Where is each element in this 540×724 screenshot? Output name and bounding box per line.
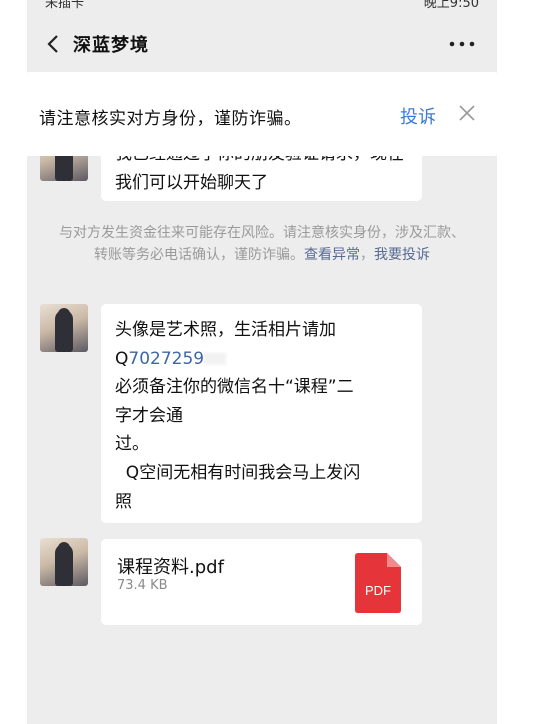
chat-header: 深蓝梦境 [27, 18, 497, 70]
carrier-label: 未插卡 [45, 0, 85, 11]
report-link-inline[interactable]: 我要投诉 [374, 247, 430, 263]
chat-screen: 未插卡 晚上9:50 深蓝梦境 我已经通过了你的朋友验证请求，现在 我们可以开始… [27, 0, 497, 724]
file-name: 课程资料.pdf [117, 557, 224, 578]
separator: ， [360, 247, 374, 263]
qq-number[interactable]: 7027259 [128, 349, 204, 369]
message-text-line: 我们可以开始聊天了 [115, 173, 268, 193]
file-message[interactable]: 课程资料.pdf 73.4 KB PDF [101, 539, 422, 625]
status-bar: 未插卡 晚上9:50 [27, 0, 497, 11]
chat-title: 深蓝梦境 [73, 35, 149, 56]
avatar[interactable] [40, 304, 88, 352]
message-bubble: 头像是艺术照，生活相片请加 Q7027259 必须备注你的微信名十“课程”二 字… [101, 304, 422, 523]
chevron-left-icon[interactable] [43, 32, 65, 56]
warning-text: 请注意核实对方身份，谨防诈骗。 [39, 109, 302, 129]
file-size: 73.4 KB [117, 578, 168, 593]
view-abnormal-link[interactable]: 查看异常 [304, 247, 360, 263]
pdf-file-icon: PDF [355, 553, 401, 613]
close-icon[interactable] [458, 104, 476, 122]
risk-notice: 与对方发生资金往来可能存在风险。请注意核实身份，涉及汇款、转账等务必电话确认，谨… [57, 222, 467, 266]
clock: 晚上9:50 [423, 0, 479, 11]
pdf-badge: PDF [365, 583, 391, 598]
fraud-warning-banner: 请注意核实对方身份，谨防诈骗。 投诉 [27, 72, 497, 156]
more-dots-icon[interactable] [447, 32, 477, 56]
report-link[interactable]: 投诉 [400, 103, 436, 129]
avatar[interactable] [40, 538, 88, 586]
message-text: 头像是艺术照，生活相片请加 Q7027259 必须备注你的微信名十“课程”二 字… [115, 320, 361, 512]
